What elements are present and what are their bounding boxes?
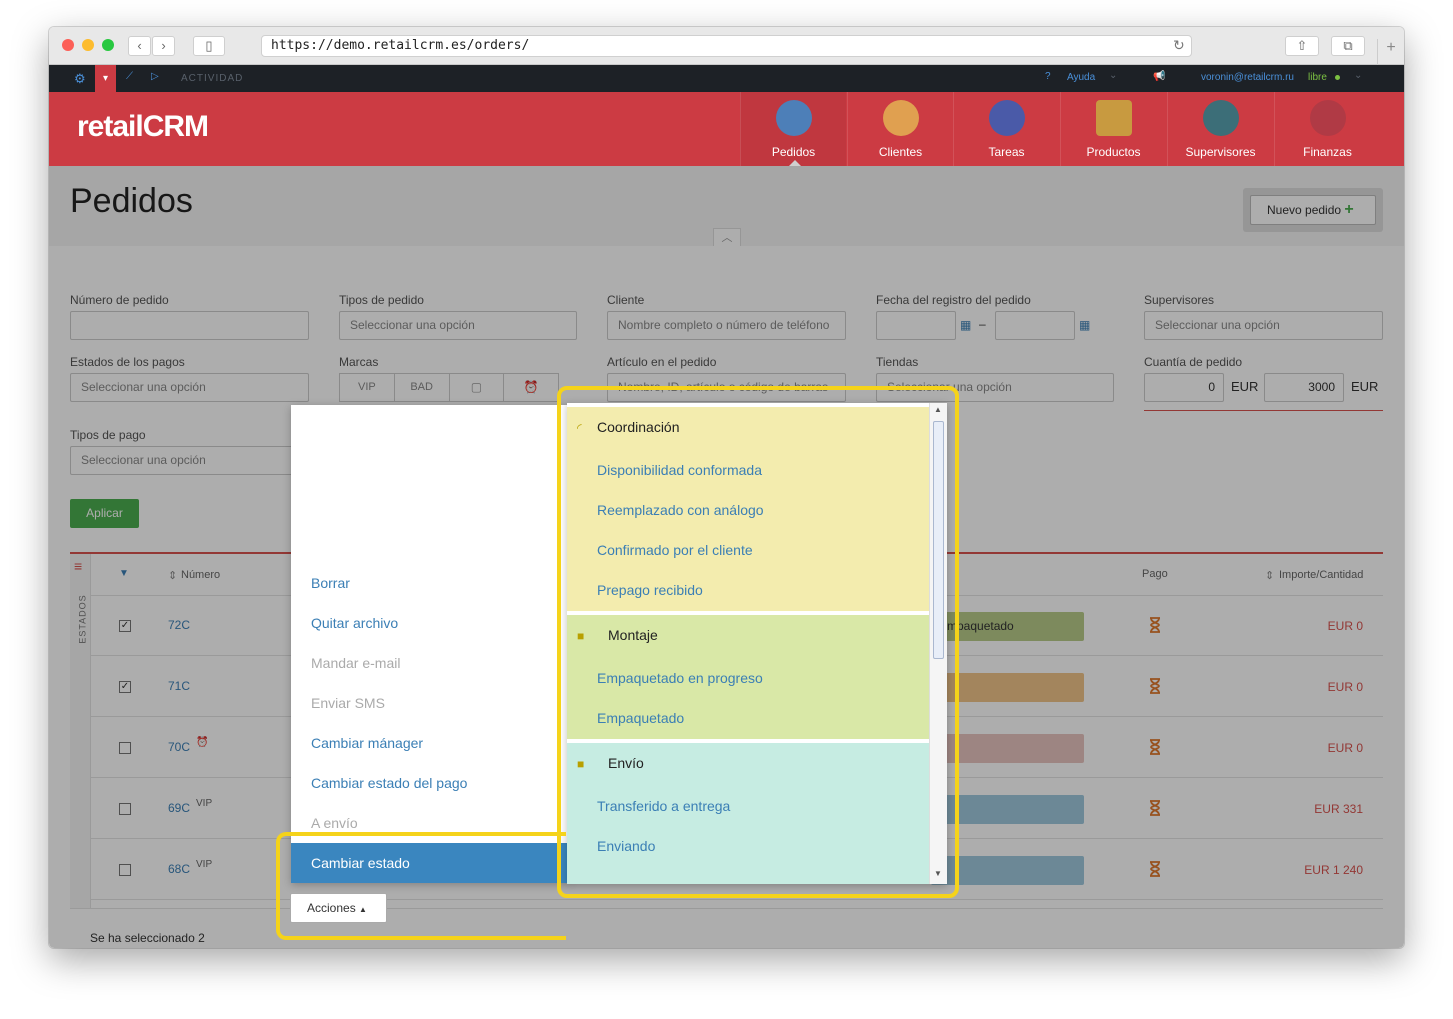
nav-finanzas[interactable]: Finanzas xyxy=(1274,92,1380,166)
url-bar[interactable]: https://demo.retailcrm.es/orders/ xyxy=(261,35,1192,57)
chevron-down-icon[interactable]: ⌄ xyxy=(1354,70,1362,81)
close-window-button[interactable] xyxy=(62,39,74,51)
nav-pedidos[interactable]: Pedidos xyxy=(740,92,846,166)
play-icon[interactable]: ▷ xyxy=(151,71,159,82)
main-header: retailCRM Pedidos Clientes Tareas Produc… xyxy=(49,92,1404,166)
nav-tareas[interactable]: Tareas xyxy=(953,92,1059,166)
reload-icon[interactable]: ↻ xyxy=(1173,37,1185,54)
help-icon[interactable]: ? xyxy=(1045,71,1051,82)
retailcrm-logo[interactable]: retailCRM xyxy=(77,110,209,144)
user-status: libre xyxy=(1308,72,1327,83)
tasks-icon xyxy=(989,100,1025,136)
forward-button[interactable]: › xyxy=(152,36,175,56)
announcement-icon[interactable]: 📢 xyxy=(1153,71,1165,82)
cart-icon[interactable]: ▾ xyxy=(95,65,116,92)
sidebar-toggle-icon[interactable]: ▯ xyxy=(193,36,225,56)
help-link[interactable]: Ayuda xyxy=(1067,72,1095,83)
chevron-down-icon[interactable]: ⌄ xyxy=(1109,70,1117,81)
activity-link[interactable]: ACTIVIDAD xyxy=(181,73,243,84)
action-item-quitar-archivo[interactable]: Quitar archivo xyxy=(311,615,398,631)
highlight-submenu xyxy=(557,386,959,898)
highlight-actions xyxy=(276,832,566,940)
finance-icon xyxy=(1310,100,1346,136)
app-topbar: ⚙ ▾ ⟋ ▷ ACTIVIDAD ? Ayuda ⌄ 📢 voronin@re… xyxy=(49,65,1404,92)
action-item-cambiar-estado-del-pago[interactable]: Cambiar estado del pago xyxy=(311,775,467,791)
tabs-overview-icon[interactable]: ⧉ xyxy=(1331,36,1365,56)
back-button[interactable]: ‹ xyxy=(128,36,151,56)
action-item-a-envío: A envío xyxy=(311,815,358,831)
new-tab-icon[interactable]: + xyxy=(1377,39,1404,65)
status-dot xyxy=(1335,75,1340,80)
settings-icon[interactable]: ⚙ xyxy=(74,71,86,87)
customer-avatar-icon xyxy=(883,100,919,136)
cart-icon xyxy=(776,100,812,136)
analytics-icon[interactable]: ⟋ xyxy=(126,71,133,82)
actions-menu: Borrar Quitar archivo Mandar e-mail Enviar … xyxy=(291,405,569,883)
action-item-enviar-sms: Enviar SMS xyxy=(311,695,385,711)
browser-toolbar: ‹ › ▯ https://demo.retailcrm.es/orders/ … xyxy=(49,27,1404,65)
action-item-mandar-e-mail: Mandar e-mail xyxy=(311,655,401,671)
action-item-borrar[interactable]: Borrar xyxy=(311,575,350,591)
box-icon xyxy=(1096,100,1132,136)
maximize-window-button[interactable] xyxy=(102,39,114,51)
nav-supervisores[interactable]: Supervisores xyxy=(1167,92,1273,166)
nav-clientes[interactable]: Clientes xyxy=(847,92,953,166)
action-item-cambiar-mánager[interactable]: Cambiar mánager xyxy=(311,735,423,751)
minimize-window-button[interactable] xyxy=(82,39,94,51)
share-icon[interactable]: ⇧ xyxy=(1285,36,1319,56)
nav-productos[interactable]: Productos xyxy=(1060,92,1166,166)
manager-avatar-icon xyxy=(1203,100,1239,136)
user-email[interactable]: voronin@retailcrm.ru xyxy=(1201,72,1294,83)
